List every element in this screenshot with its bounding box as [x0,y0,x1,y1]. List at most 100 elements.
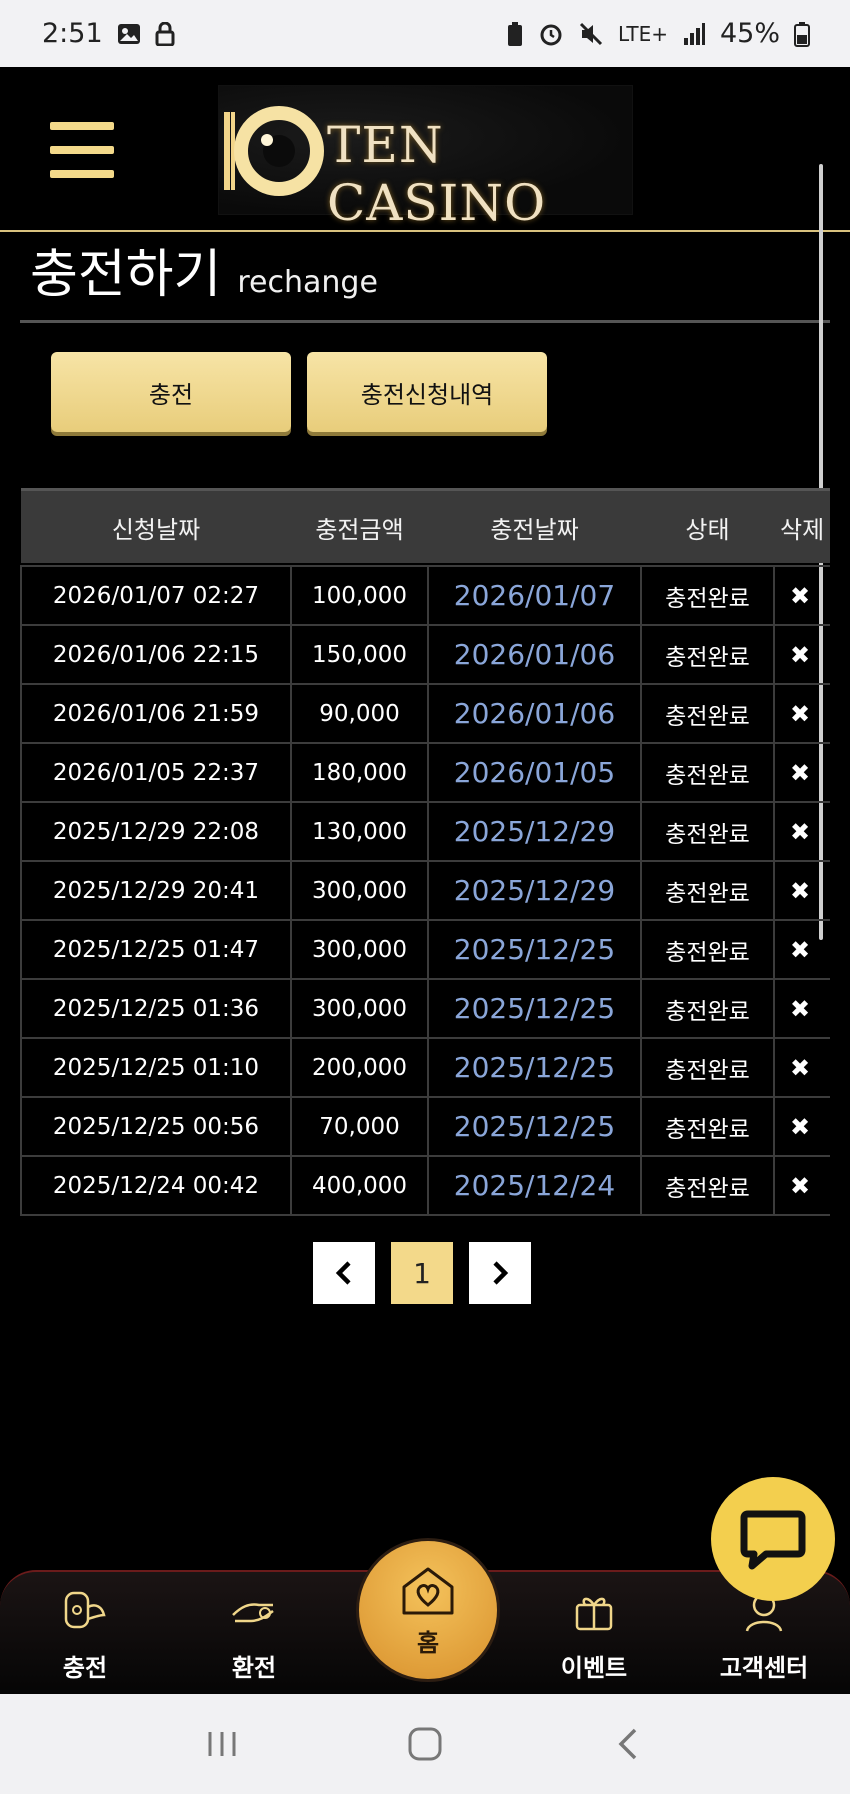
table-row: 2026/01/06 22:15 150,000 2026/01/06 충전완료… [20,624,830,685]
back-icon[interactable] [598,1714,658,1774]
cell-charge-date[interactable]: 2025/12/29 [427,801,642,862]
gallery-icon [117,23,141,45]
alarm-icon [538,21,564,47]
cell-charge-date[interactable]: 2025/12/25 [427,919,642,980]
exchange-icon [226,1582,282,1638]
cell-charge-date[interactable]: 2026/01/06 [427,624,642,685]
header-request-date: 신청날짜 [21,488,291,563]
next-page-button[interactable] [469,1242,531,1304]
cell-request-date: 2025/12/29 22:08 [20,801,292,862]
cell-charge-date[interactable]: 2025/12/25 [427,978,642,1039]
table-row: 2025/12/29 20:41 300,000 2025/12/29 충전완료… [20,860,830,921]
table-row: 2025/12/29 22:08 130,000 2025/12/29 충전완료… [20,801,830,862]
header-status: 상태 [641,488,774,563]
charge-history-button[interactable]: 충전신청내역 [307,352,547,432]
delete-icon[interactable]: ✖ [773,1096,830,1157]
cell-request-date: 2026/01/06 22:15 [20,624,292,685]
cell-amount: 90,000 [290,683,429,744]
header: TEN CASINO [0,67,850,232]
cell-amount: 130,000 [290,801,429,862]
table-row: 2026/01/05 22:37 180,000 2026/01/05 충전완료… [20,742,830,803]
live-chat-button[interactable] [711,1477,835,1601]
cell-amount: 100,000 [290,565,429,626]
cell-status: 충전완료 [640,919,775,980]
delete-icon[interactable]: ✖ [773,860,830,921]
delete-icon[interactable]: ✖ [773,742,830,803]
chevron-left-icon [335,1261,351,1285]
nav-home-label: 홈 [416,1628,440,1657]
logo[interactable]: TEN CASINO [218,85,633,232]
cell-request-date: 2026/01/07 02:27 [20,565,292,626]
delete-icon[interactable]: ✖ [773,978,830,1039]
cell-amount: 150,000 [290,624,429,685]
delete-icon[interactable]: ✖ [773,1155,830,1216]
cell-status: 충전완료 [640,860,775,921]
hamburger-menu-icon[interactable] [50,122,114,178]
status-bar: 2:51 LTE+ 45% [0,0,850,67]
cell-request-date: 2025/12/25 01:10 [20,1037,292,1098]
delete-icon[interactable]: ✖ [773,1037,830,1098]
delete-icon[interactable]: ✖ [773,919,830,980]
delete-icon[interactable]: ✖ [773,624,830,685]
cell-charge-date[interactable]: 2025/12/29 [427,860,642,921]
lock-icon [155,21,175,46]
nav-event[interactable]: 이벤트 [534,1582,654,1694]
cell-status: 충전완료 [640,1037,775,1098]
charge-button[interactable]: 충전 [51,352,291,432]
cell-amount: 200,000 [290,1037,429,1098]
nav-event-label: 이벤트 [560,1654,628,1682]
cell-status: 충전완료 [640,1155,775,1216]
cell-charge-date[interactable]: 2025/12/25 [427,1096,642,1157]
recent-apps-icon[interactable] [192,1714,252,1774]
table-row: 2025/12/25 01:47 300,000 2025/12/25 충전완료… [20,919,830,980]
cell-status: 충전완료 [640,624,775,685]
cell-charge-date[interactable]: 2026/01/06 [427,683,642,744]
header-amount: 충전금액 [291,488,428,563]
network-label: LTE+ [617,21,668,46]
table-row: 2025/12/25 00:56 70,000 2025/12/25 충전완료 … [20,1096,830,1157]
cell-status: 충전완료 [640,1096,775,1157]
nav-home[interactable]: 홈 [356,1538,500,1682]
delete-icon[interactable]: ✖ [773,801,830,862]
table-row: 2025/12/25 01:10 200,000 2025/12/25 충전완료… [20,1037,830,1098]
cell-charge-date[interactable]: 2025/12/24 [427,1155,642,1216]
mute-icon [578,21,604,47]
gift-icon [566,1582,622,1638]
table-row: 2026/01/07 02:27 100,000 2026/01/07 충전완료… [20,565,830,626]
battery-saver-icon [506,21,524,47]
nav-support-label: 고객센터 [719,1654,809,1682]
chat-bubble-icon [740,1510,806,1570]
home-system-icon[interactable] [395,1714,455,1774]
status-left: 2:51 [42,18,175,49]
cell-amount: 180,000 [290,742,429,803]
battery-percent: 45% [719,18,780,49]
delete-icon[interactable]: ✖ [773,565,830,626]
cell-request-date: 2025/12/25 00:56 [20,1096,292,1157]
title-divider [20,320,830,323]
cell-status: 충전완료 [640,801,775,862]
nav-exchange[interactable]: 환전 [194,1582,314,1694]
cell-charge-date[interactable]: 2026/01/07 [427,565,642,626]
cell-charge-date[interactable]: 2026/01/05 [427,742,642,803]
cell-charge-date[interactable]: 2025/12/25 [427,1037,642,1098]
cell-amount: 70,000 [290,1096,429,1157]
nav-charge-label: 충전 [62,1654,108,1682]
header-charge-date: 충전날짜 [428,488,641,563]
page-number-button[interactable]: 1 [391,1242,453,1304]
table-row: 2025/12/24 00:42 400,000 2025/12/24 충전완료… [20,1155,830,1216]
cell-amount: 300,000 [290,978,429,1039]
page-title: 충전하기 rechange [30,232,378,307]
cell-amount: 300,000 [290,860,429,921]
status-right: LTE+ 45% [506,18,810,49]
charge-history-table: 신청날짜 충전금액 충전날짜 상태 삭제 2026/01/07 02:27 10… [20,488,830,1216]
battery-icon [794,21,810,47]
cell-amount: 400,000 [290,1155,429,1216]
delete-icon[interactable]: ✖ [773,683,830,744]
cell-status: 충전완료 [640,683,775,744]
cell-request-date: 2025/12/25 01:36 [20,978,292,1039]
cell-request-date: 2025/12/24 00:42 [20,1155,292,1216]
prev-page-button[interactable] [313,1242,375,1304]
cell-amount: 300,000 [290,919,429,980]
nav-charge[interactable]: 충전 [25,1582,145,1694]
charge-icon [57,1582,113,1638]
